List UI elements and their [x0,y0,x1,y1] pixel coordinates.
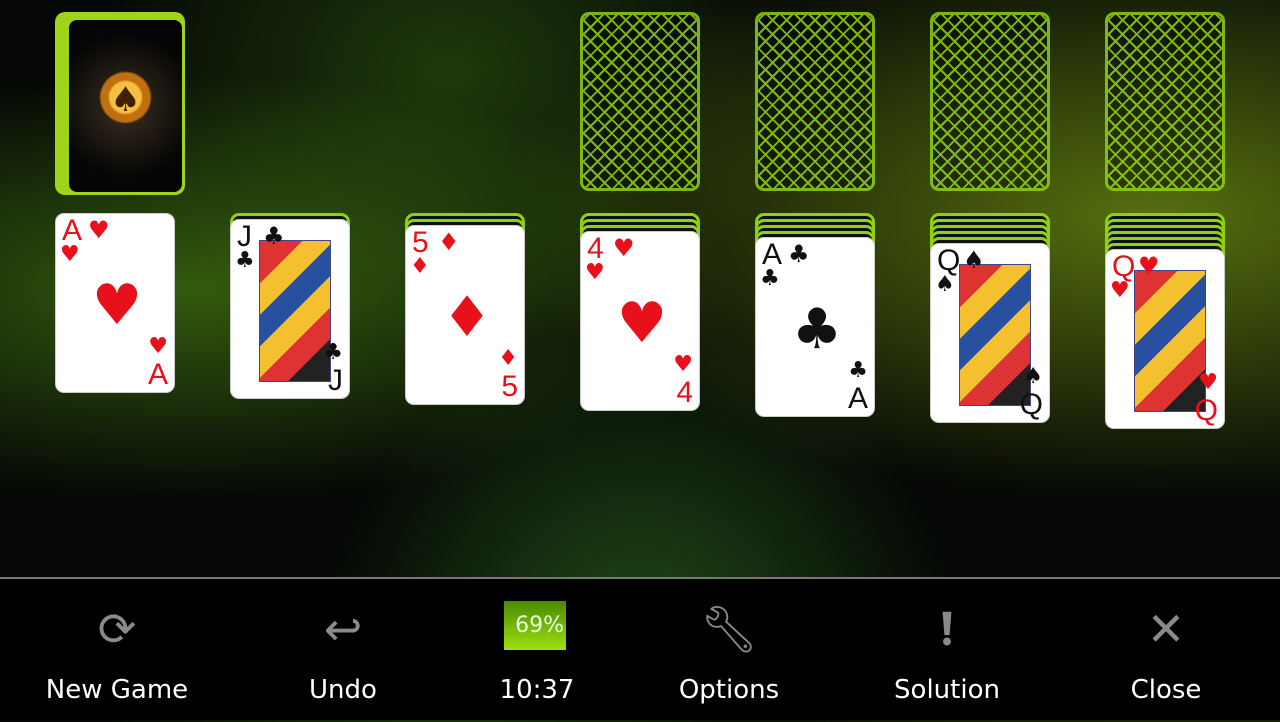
suit-top-2: ♦ [410,254,430,279]
suit-top: ♣ [788,240,810,268]
refresh-icon: ⟳ [97,602,137,656]
foundation-slot[interactable] [930,12,1050,191]
options-button[interactable]: 🔧︎ Options [639,579,819,722]
card-4-♥[interactable]: ♥ 4 ♥ ♥ ♥ 4 [580,231,700,411]
suit-top: ♥ [88,216,110,244]
suit-top-2: ♥ [1110,278,1130,303]
suit-bottom: ♥ [1198,370,1218,395]
close-button[interactable]: ✕ Close [1076,579,1256,722]
undo-icon: ↩ [323,602,363,656]
card-pips: ♥ [616,290,668,356]
suit-bottom: ♣ [323,340,343,365]
close-icon: ✕ [1146,602,1186,656]
card-J-♣[interactable]: J ♣ ♣ ♣ J [230,219,350,399]
suit-top: ♦ [438,228,460,256]
card-pips: ♣ [791,296,843,362]
foundation-slot[interactable] [580,12,700,191]
suit-bottom: ♥ [673,352,693,377]
suit-top: ♥ [613,234,635,262]
card-A-♣[interactable]: ♣ A ♣ ♣ ♣ A [755,237,875,417]
foundation-slot[interactable] [755,12,875,191]
battery-indicator: 69% [504,601,566,650]
rank-bottom: A [847,382,868,415]
rank-bottom: J [328,364,343,397]
clock: 10:37 [499,675,575,705]
suit-top-2: ♣ [760,266,780,291]
card-Q-♥[interactable]: Q ♥ ♥ ♥ Q [1105,249,1225,429]
suit-bottom: ♣ [848,358,868,383]
suit-top: ♣ [263,222,285,250]
suit-top: ♥ [1138,252,1160,280]
suit-top-2: ♥ [585,260,605,285]
face-card-art [959,264,1031,406]
foundation-slot[interactable] [1105,12,1225,191]
face-card-art [259,240,331,382]
card-A-♥[interactable]: ♥ A ♥ ♥ ♥ A [55,213,175,393]
toolbar: ⟳ New Game ↩ Undo 10:37 🔧︎ Options ❗︎ Soluti… [0,577,1280,720]
rank-bottom: Q [1194,394,1218,427]
rank-bottom: A [147,358,168,391]
suit-top: ♠ [963,246,985,274]
solution-button[interactable]: ❗︎ Solution [857,579,1037,722]
suit-bottom: ♥ [148,334,168,359]
new-game-button[interactable]: ⟳ New Game [27,579,207,722]
rank-bottom: 5 [501,370,518,403]
card-Q-♠[interactable]: Q ♠ ♠ ♠ Q [930,243,1050,423]
stock-pile[interactable]: ♠ [55,12,185,195]
undo-button[interactable]: ↩ Undo [253,579,433,722]
suit-top-2: ♠ [935,272,955,297]
suit-bottom: ♠ [1023,364,1043,389]
card-pips: ♦ [441,284,493,350]
face-card-art [1134,270,1206,412]
rank-bottom: 4 [676,376,693,409]
suit-bottom: ♦ [498,346,518,371]
rank-bottom: Q [1019,388,1043,421]
exclamation-bubble-icon: ❗︎ [940,602,954,656]
suit-top-2: ♥ [60,242,80,267]
wrench-icon: 🔧︎ [699,602,759,656]
spade-emblem-icon: ♠ [69,20,182,192]
suit-top-2: ♣ [235,248,255,273]
card-pips: ♥ [91,272,143,338]
card-5-♦[interactable]: ♦ 5 ♦ ♦ ♦ 5 [405,225,525,405]
